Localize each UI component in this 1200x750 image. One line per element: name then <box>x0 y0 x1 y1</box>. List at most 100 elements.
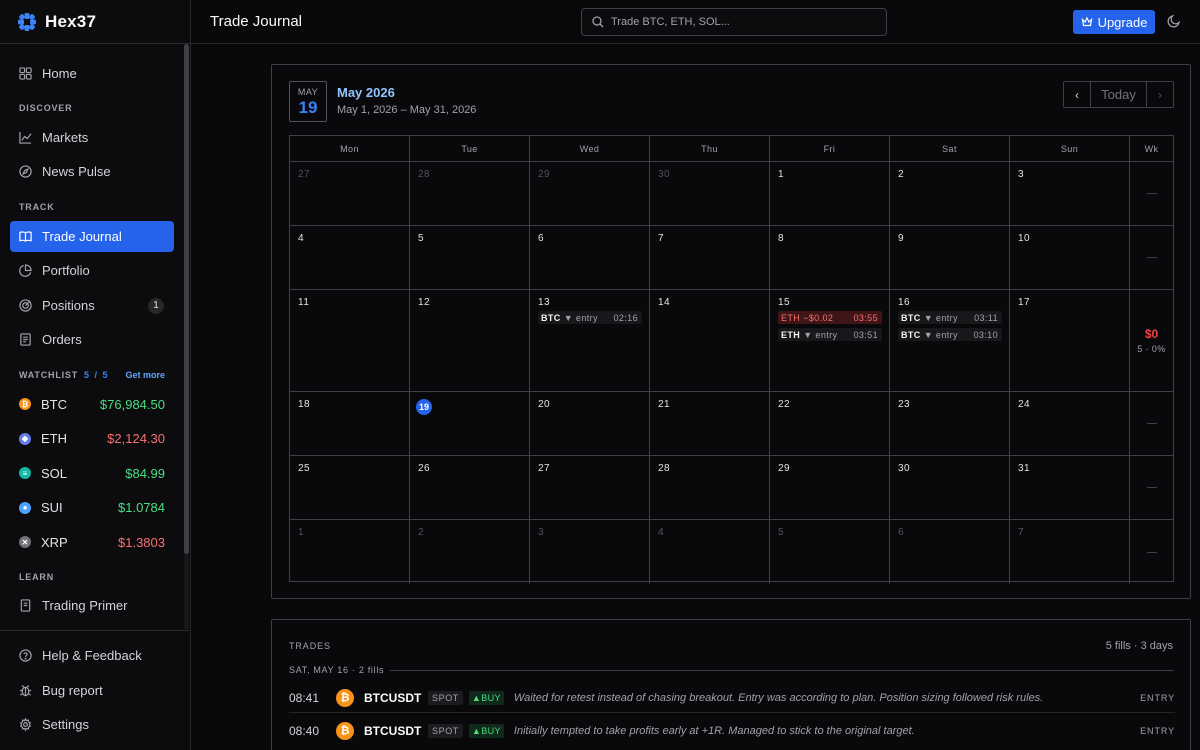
moon-icon[interactable] <box>1167 14 1181 28</box>
day-cell[interactable]: 5 <box>410 226 530 290</box>
upgrade-button[interactable]: Upgrade <box>1073 10 1155 34</box>
day-cell[interactable]: 3 <box>530 520 650 584</box>
day-cell[interactable]: 25 <box>290 456 410 520</box>
day-cell[interactable]: 24 <box>1010 392 1130 456</box>
watchlist-item-btc[interactable]: ₿ BTC $76,984.50 <box>19 394 165 414</box>
day-cell[interactable]: 13 <box>530 290 650 392</box>
day-number: 30 <box>658 169 671 180</box>
sidebar-item-trade-journal[interactable]: Trade Journal <box>10 221 174 252</box>
sidebar-item-help[interactable]: Help & Feedback <box>10 640 174 671</box>
day-cell[interactable]: 30 <box>650 162 770 226</box>
empty-week-dash <box>1146 487 1157 488</box>
day-cell[interactable]: 19 <box>410 392 530 456</box>
day-cell[interactable]: 31 <box>1010 456 1130 520</box>
day-cell[interactable]: 6 <box>530 226 650 290</box>
trade-row[interactable]: 08:40 ₿ BTCUSDT SPOT ▲BUY Initially tempted t… <box>289 716 1175 746</box>
trade-event-chip[interactable]: BTC ▼ entry 03:10 <box>898 328 1002 341</box>
trade-event-chip[interactable]: ETH ▼ entry 03:51 <box>778 328 882 341</box>
sidebar-item-portfolio[interactable]: Portfolio <box>10 255 174 286</box>
brand[interactable]: Hex37 <box>0 0 190 44</box>
trade-group-label: SAT, MAY 16 · 2 fills <box>289 665 385 675</box>
day-cell[interactable]: 20 <box>530 392 650 456</box>
compass-icon <box>19 165 32 178</box>
sidebar-item-orders[interactable]: Orders <box>10 324 174 355</box>
day-cell[interactable]: 2 <box>410 520 530 584</box>
day-cell[interactable]: 7 <box>1010 520 1130 584</box>
empty-week-dash <box>1146 257 1157 258</box>
search-box[interactable] <box>581 8 887 36</box>
week-summary <box>1130 520 1173 584</box>
day-cell[interactable]: 1 <box>290 520 410 584</box>
day-cell[interactable]: 2 <box>890 162 1010 226</box>
day-cell[interactable]: 6 <box>890 520 1010 584</box>
day-cell[interactable]: 12 <box>410 290 530 392</box>
sidebar-item-trading-primer[interactable]: Trading Primer <box>10 590 174 621</box>
day-cell[interactable]: 21 <box>650 392 770 456</box>
trade-event-chip[interactable]: BTC ▼ entry 03:11 <box>898 311 1002 324</box>
book-open-icon <box>19 230 32 243</box>
day-number: 26 <box>418 463 431 474</box>
day-cell[interactable]: 4 <box>650 520 770 584</box>
get-more-link[interactable]: Get more <box>125 370 165 380</box>
day-cell[interactable]: 29 <box>770 456 890 520</box>
crown-icon <box>1081 16 1092 27</box>
search-input[interactable] <box>611 16 871 28</box>
sidebar-item-settings[interactable]: Settings <box>10 709 174 740</box>
day-number: 14 <box>658 297 671 308</box>
watchlist-price: $2,124.30 <box>107 431 165 446</box>
sidebar-item-label: Home <box>42 66 77 81</box>
day-number: 8 <box>778 233 785 244</box>
xrp-icon: ✕ <box>19 536 31 548</box>
trade-event-chip[interactable]: BTC ▼ entry 02:16 <box>538 311 642 324</box>
day-cell[interactable]: 16 <box>890 290 1010 392</box>
day-cell[interactable]: 17 <box>1010 290 1130 392</box>
day-cell[interactable]: 10 <box>1010 226 1130 290</box>
day-cell[interactable]: 27 <box>290 162 410 226</box>
day-number: 3 <box>1018 169 1025 180</box>
empty-week-dash <box>1146 551 1157 553</box>
watchlist-item-sui[interactable]: ● SUI $1.0784 <box>19 498 165 518</box>
solana-icon: ≡ <box>19 467 31 479</box>
day-cell[interactable]: 1 <box>770 162 890 226</box>
day-cell[interactable]: 15 <box>770 290 890 392</box>
sidebar-item-markets[interactable]: Markets <box>10 122 174 153</box>
watchlist-price: $1.0784 <box>118 500 165 515</box>
sidebar-item-label: Trade Journal <box>42 229 122 244</box>
day-cell[interactable]: 29 <box>530 162 650 226</box>
sidebar-item-home[interactable]: Home <box>10 58 174 89</box>
day-cell[interactable]: 3 <box>1010 162 1130 226</box>
day-cell[interactable]: 5 <box>770 520 890 584</box>
watchlist-item-eth[interactable]: ◆ ETH $2,124.30 <box>19 429 165 449</box>
trade-event-chip[interactable]: ETH −$0.02 03:55 <box>778 311 882 324</box>
day-cell[interactable]: 18 <box>290 392 410 456</box>
day-cell[interactable]: 14 <box>650 290 770 392</box>
sidebar-item-label: Settings <box>42 717 89 732</box>
event-action: ▼ entry <box>803 329 838 340</box>
watchlist-item-xrp[interactable]: ✕ XRP $1.3803 <box>19 532 165 552</box>
day-cell[interactable]: 7 <box>650 226 770 290</box>
day-number: 7 <box>658 233 665 244</box>
today-button[interactable]: Today <box>1090 82 1147 107</box>
day-cell[interactable]: 8 <box>770 226 890 290</box>
day-number: 11 <box>298 297 310 308</box>
day-cell[interactable]: 22 <box>770 392 890 456</box>
watchlist-item-sol[interactable]: ≡ SOL $84.99 <box>19 463 165 483</box>
sidebar-item-bug-report[interactable]: Bug report <box>10 675 174 706</box>
day-cell[interactable]: 27 <box>530 456 650 520</box>
sidebar-item-positions[interactable]: Positions 1 <box>10 290 174 321</box>
day-cell[interactable]: 30 <box>890 456 1010 520</box>
day-cell[interactable]: 26 <box>410 456 530 520</box>
sidebar-scrollbar[interactable] <box>184 44 189 554</box>
day-cell[interactable]: 28 <box>410 162 530 226</box>
day-cell[interactable]: 4 <box>290 226 410 290</box>
day-cell[interactable]: 11 <box>290 290 410 392</box>
next-month-button[interactable]: › <box>1147 82 1173 107</box>
day-number: 23 <box>898 399 911 410</box>
week-summary: $0 5 · 0% <box>1130 290 1173 392</box>
day-cell[interactable]: 9 <box>890 226 1010 290</box>
prev-month-button[interactable]: ‹ <box>1064 82 1090 107</box>
day-cell[interactable]: 28 <box>650 456 770 520</box>
sidebar-item-news-pulse[interactable]: News Pulse <box>10 156 174 187</box>
trade-row[interactable]: 08:41 ₿ BTCUSDT SPOT ▲BUY Waited for retest i… <box>289 683 1175 713</box>
day-cell[interactable]: 23 <box>890 392 1010 456</box>
